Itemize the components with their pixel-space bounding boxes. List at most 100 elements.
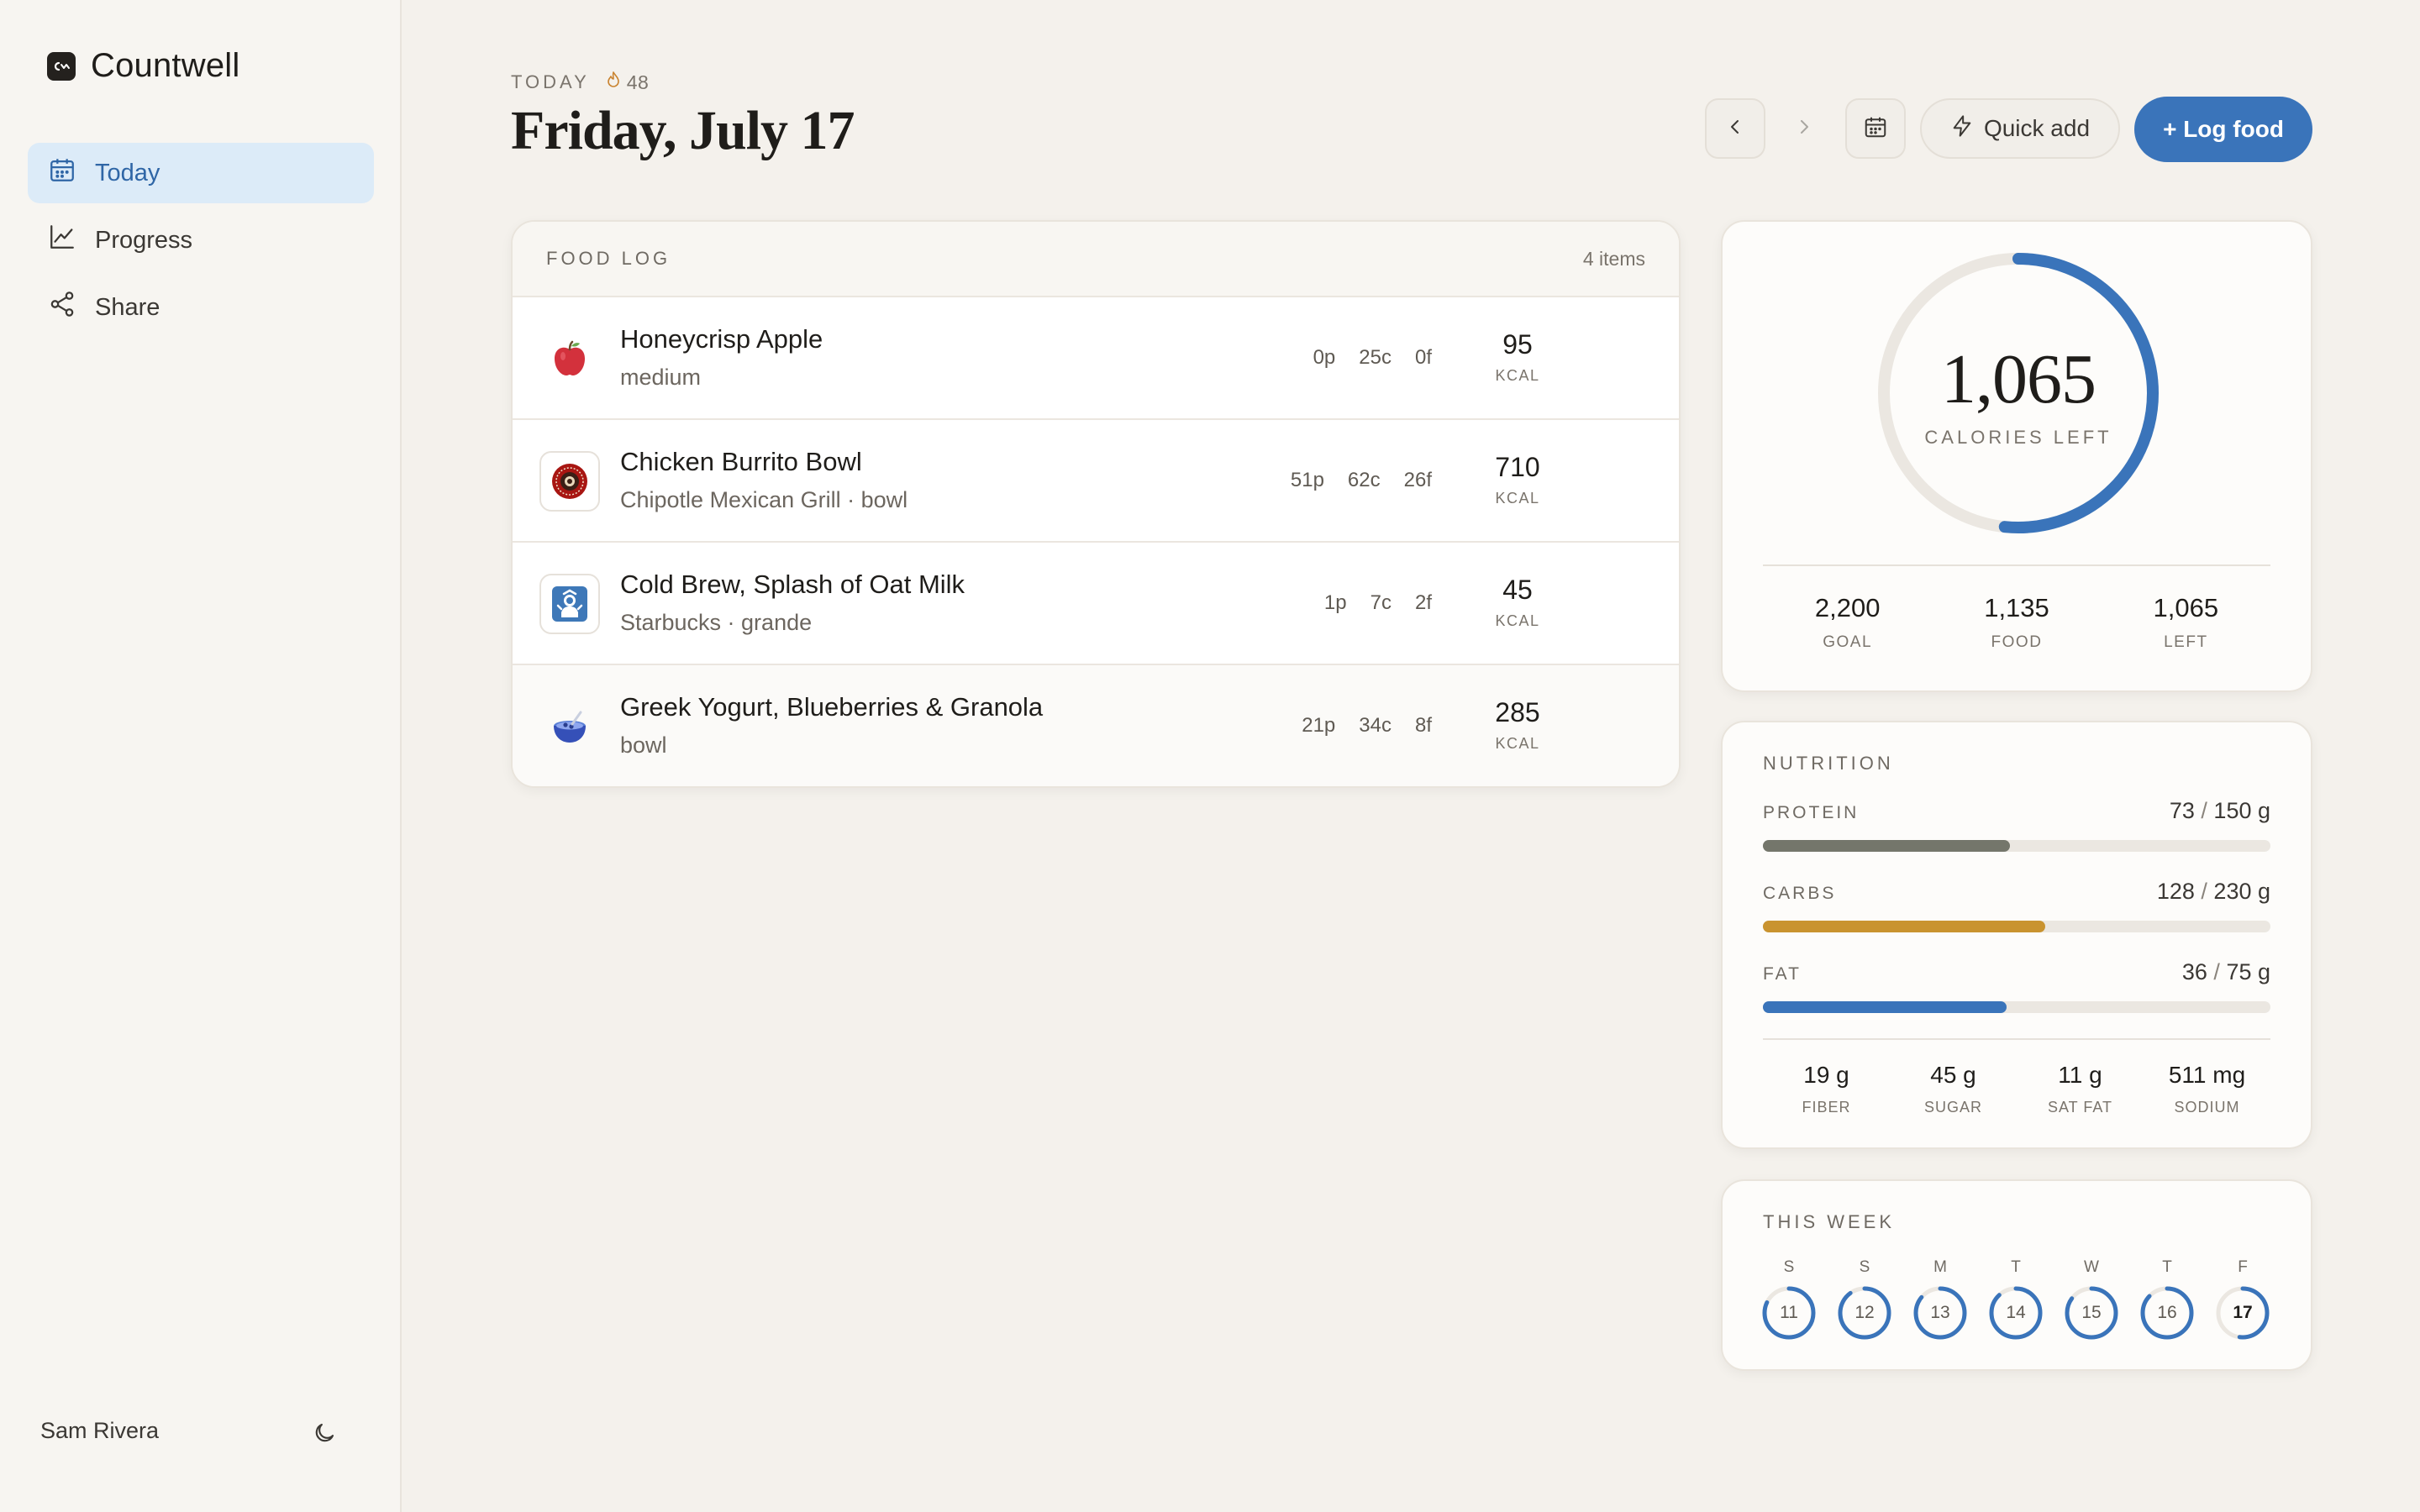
chevron-left-icon [1725,117,1745,141]
user-name[interactable]: Sam Rivera [40,1418,159,1444]
protein-value: 21p [1302,714,1336,737]
day-letter: S [1859,1258,1870,1276]
kcal-value: 95 [1502,329,1533,360]
left-stat: 1,065 LEFT [2102,593,2270,652]
flame-icon [605,71,622,94]
day-letter: T [2011,1258,2021,1276]
macro-name: CARBS [1763,884,1837,903]
sidebar-nav: Today Progress Share [28,143,374,344]
this-week-card: THIS WEEK S 11 S 12 M 13 T 14 W 15 T 16 … [1721,1179,2312,1371]
stat-value: 1,135 [1984,593,2049,622]
food-stat: 1,135 FOOD [1932,593,2101,652]
macro-name: PROTEIN [1763,803,1860,822]
food-log-count: 4 items [1582,247,1645,270]
carbs-value: 25c [1359,346,1392,369]
food-row[interactable]: Greek Yogurt, Blueberries & Granola bowl… [513,665,1679,786]
food-kcal: 45 KCAL [1484,575,1551,630]
nutrient-stats: 19 g FIBER 45 g SUGAR 11 g SAT FAT 511 m… [1763,1062,2270,1116]
calorie-stats: 2,200 GOAL 1,135 FOOD 1,065 LEFT [1763,593,2270,652]
day-letter: F [2238,1258,2248,1276]
macro-goal: 75 g [2226,959,2270,984]
macro-goal: 230 g [2213,879,2270,904]
calories-left-value: 1,065 [1941,339,2096,418]
sidebar-item-label: Today [95,159,160,186]
calories-left-label: CALORIES LEFT [1924,426,2112,448]
nutrition-card: NUTRITION PROTEIN 73 / 150 g CARBS 128 /… [1721,721,2312,1149]
day-ring: 15 [2064,1285,2119,1341]
day-ring: 14 [1988,1285,2044,1341]
goal-stat: 2,200 GOAL [1763,593,1932,652]
week-day[interactable]: S 11 [1761,1258,1817,1341]
stat-value: 1,065 [2153,593,2219,622]
sidebar-item-share[interactable]: Share [28,277,374,338]
sidebar-item-today[interactable]: Today [28,143,374,203]
sidebar-item-label: Share [95,293,160,321]
quick-add-label: Quick add [1983,115,2091,141]
food-macros: 0p 25c 0f [1313,346,1432,370]
kcal-label: KCAL [1495,367,1540,384]
day-letter: S [1783,1258,1795,1276]
day-ring: 11 [1761,1285,1817,1341]
day-letter: W [2084,1258,2099,1276]
quick-add-button[interactable]: Quick add [1920,98,2120,159]
carbs-macro: CARBS 128 / 230 g [1763,879,2270,934]
food-row[interactable]: Chicken Burrito Bowl Chipotle Mexican Gr… [513,420,1679,543]
fat-value: 2f [1414,591,1432,614]
lightning-icon [1950,114,1974,144]
macro-separator: / [2194,879,2214,904]
week-day[interactable]: W 15 [2064,1258,2119,1341]
nutrition-title: NUTRITION [1763,753,1894,774]
stat-value: 2,200 [1814,593,1881,622]
fat-value: 8f [1414,714,1432,737]
macro-current: 128 [2156,879,2195,904]
log-food-button[interactable]: + Log food [2134,97,2312,162]
food-log-card: FOOD LOG 4 items Honeycrisp Apple medium… [511,220,1681,788]
week-day[interactable]: M 13 [1912,1258,1968,1341]
starbucks-logo-icon [539,574,600,634]
week-day-current[interactable]: F 17 [2215,1258,2270,1341]
day-ring: 17 [2215,1285,2270,1341]
food-kcal: 95 KCAL [1484,329,1551,385]
theme-toggle-button[interactable] [309,1420,339,1450]
kcal-label: KCAL [1495,490,1540,507]
streak-count: 48 [626,71,650,93]
food-name: Greek Yogurt, Blueberries & Granola [620,692,1044,722]
food-row[interactable]: Cold Brew, Splash of Oat Milk Starbucks … [513,543,1679,665]
day-ring: 12 [1837,1285,1892,1341]
stat-label: SAT FAT [2047,1099,2112,1116]
macro-bar [1763,840,2270,852]
week-day[interactable]: T 16 [2139,1258,2195,1341]
carbs-value: 34c [1359,714,1392,737]
previous-day-button[interactable] [1705,98,1765,159]
week-day[interactable]: S 12 [1837,1258,1892,1341]
food-serving: bowl [620,732,667,758]
food-serving: Starbucks · grande [620,610,813,635]
stat-label: FOOD [1991,633,2043,651]
next-day-button[interactable] [1774,98,1834,159]
week-day[interactable]: T 14 [1988,1258,2044,1341]
day-date: 17 [2233,1303,2253,1322]
brand[interactable]: Countwell [47,47,239,85]
macro-separator: / [2194,798,2214,823]
macro-current: 36 [2181,959,2207,984]
food-name: Honeycrisp Apple [620,324,823,354]
food-log-header: FOOD LOG 4 items [513,222,1679,297]
kcal-value: 710 [1495,452,1540,482]
day-letter: T [2162,1258,2172,1276]
calories-card: 1,065 CALORIES LEFT 2,200 GOAL 1,135 FOO… [1721,220,2312,692]
moon-icon [312,1420,337,1450]
carbs-value: 7c [1370,591,1392,614]
chevron-right-icon [1794,117,1814,141]
day-date: 16 [2157,1303,2177,1322]
sidebar-item-progress[interactable]: Progress [28,210,374,270]
macro-separator: / [2207,959,2227,984]
today-label: TODAY 48 [511,71,649,94]
kcal-label: KCAL [1495,735,1540,752]
week-days: S 11 S 12 M 13 T 14 W 15 T 16 F 17 [1761,1258,2270,1341]
food-row[interactable]: Honeycrisp Apple medium 0p 25c 0f 95 KCA… [513,297,1679,420]
calendar-button[interactable] [1845,98,1906,159]
stat-label: GOAL [1823,633,1873,651]
macro-name: FAT [1763,964,1802,984]
stat-label: LEFT [2164,633,2208,651]
chipotle-logo-icon [539,451,600,512]
